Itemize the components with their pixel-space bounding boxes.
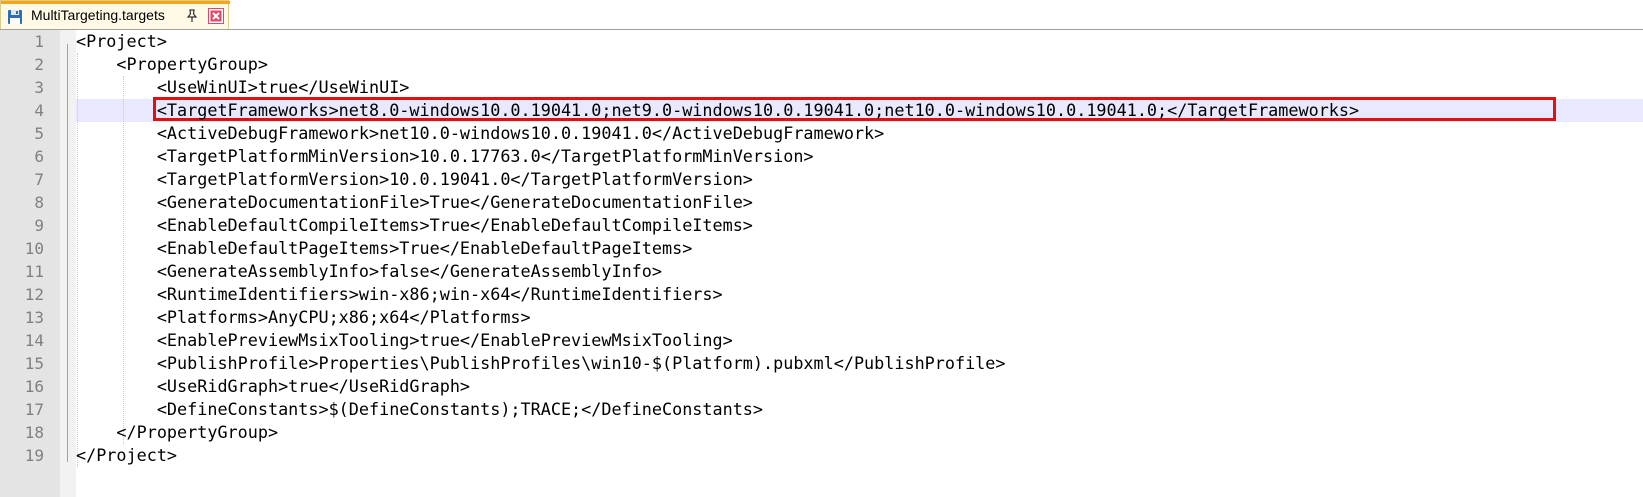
line-number: 17: [24, 400, 44, 419]
line-number: 19: [24, 446, 44, 465]
line-number: 1: [34, 32, 44, 51]
line-number: 4: [34, 101, 44, 120]
line-number: 18: [24, 423, 44, 442]
code-line[interactable]: <EnableDefaultCompileItems>True</EnableD…: [76, 214, 753, 237]
code-line[interactable]: <EnablePreviewMsixTooling>true</EnablePr…: [76, 329, 733, 352]
line-number: 3: [34, 78, 44, 97]
code-line[interactable]: <TargetPlatformMinVersion>10.0.17763.0</…: [76, 145, 814, 168]
code-line[interactable]: <EnableDefaultPageItems>True</EnableDefa…: [76, 237, 692, 260]
tab-label: MultiTargeting.targets: [31, 7, 165, 23]
line-number: 15: [24, 354, 44, 373]
notepad-plus-plus-window: MultiTargeting.targets 1 2 3 4 5 6 7 8 9 10 11 12 13…: [0, 0, 1643, 497]
line-number: 10: [24, 239, 44, 258]
line-number: 6: [34, 147, 44, 166]
line-number: 5: [34, 124, 44, 143]
line-number: 2: [34, 55, 44, 74]
line-number: 12: [24, 285, 44, 304]
code-line[interactable]: </Project>: [76, 444, 177, 467]
line-number: 8: [34, 193, 44, 212]
active-tab-accent: [1, 1, 230, 4]
line-number: 7: [34, 170, 44, 189]
tab-multitargeting-targets[interactable]: MultiTargeting.targets: [0, 0, 230, 29]
code-line[interactable]: <TargetFrameworks>net8.0-windows10.0.190…: [76, 99, 1359, 122]
fold-margin[interactable]: [60, 30, 76, 497]
code-editor[interactable]: 1 2 3 4 5 6 7 8 9 10 11 12 13 14 15 16 17 18 19 <Project> …: [0, 30, 1643, 497]
code-line[interactable]: <PublishProfile>Properties\PublishProfil…: [76, 352, 1006, 375]
code-line[interactable]: <GenerateAssemblyInfo>false</GenerateAss…: [76, 260, 662, 283]
code-line[interactable]: <DefineConstants>$(DefineConstants);TRAC…: [76, 398, 763, 421]
code-line[interactable]: </PropertyGroup>: [76, 421, 278, 444]
line-number: 11: [24, 262, 44, 281]
code-line[interactable]: <UseRidGraph>true</UseRidGraph>: [76, 375, 470, 398]
code-line[interactable]: <GenerateDocumentationFile>True</Generat…: [76, 191, 753, 214]
code-line[interactable]: <UseWinUI>true</UseWinUI>: [76, 76, 410, 99]
code-line[interactable]: <Platforms>AnyCPU;x86;x64</Platforms>: [76, 306, 531, 329]
close-icon[interactable]: [208, 8, 224, 24]
fold-guide-line: [67, 44, 68, 462]
code-line[interactable]: <RuntimeIdentifiers>win-x86;win-x64</Run…: [76, 283, 723, 306]
code-line[interactable]: <ActiveDebugFramework>net10.0-windows10.…: [76, 122, 884, 145]
code-line[interactable]: <PropertyGroup>: [76, 53, 268, 76]
line-number: 16: [24, 377, 44, 396]
line-number: 14: [24, 331, 44, 350]
line-number: 9: [34, 216, 44, 235]
line-number: 13: [24, 308, 44, 327]
pin-icon[interactable]: [185, 9, 199, 23]
tab-bar: MultiTargeting.targets: [0, 0, 1643, 30]
line-number-gutter: 1 2 3 4 5 6 7 8 9 10 11 12 13 14 15 16 17 18 19: [0, 30, 60, 497]
floppy-disk-icon: [8, 10, 22, 24]
code-line[interactable]: <TargetPlatformVersion>10.0.19041.0</Tar…: [76, 168, 753, 191]
code-line[interactable]: <Project>: [76, 30, 167, 53]
